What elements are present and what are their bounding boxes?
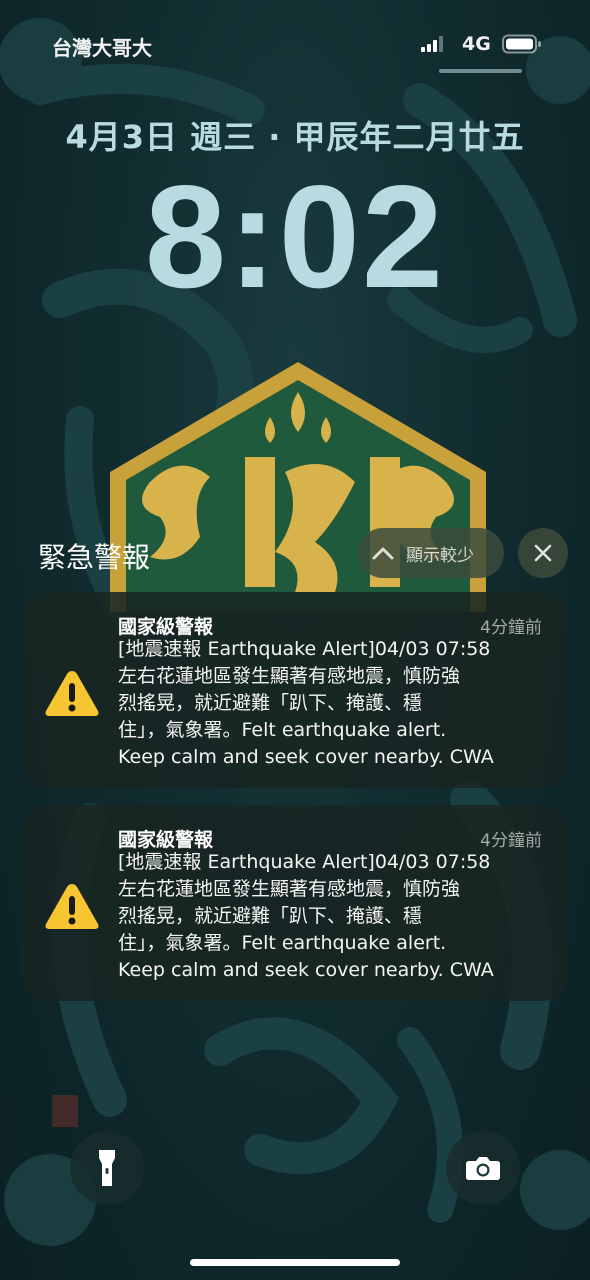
network-type: 4G [462, 33, 491, 55]
notification-line: 烈搖晃，就近避難「趴下、掩護、穩 [118, 905, 423, 927]
notification-body: [地震速報 Earthquake Alert]04/03 07:58 左右花蓮地… [118, 636, 548, 771]
flashlight-icon [99, 1150, 115, 1186]
camera-icon [466, 1157, 500, 1180]
signal-icon [421, 36, 443, 52]
notification-line: [地震速報 Earthquake Alert]04/03 07:58 [118, 638, 491, 660]
notification-line: 住」，氣象署。Felt earthquake alert. [118, 932, 447, 954]
carrier-name: 台灣大哥大 [52, 36, 152, 60]
notification-line: Keep calm and seek cover nearby. CWA [118, 746, 494, 768]
notification-line: 住」，氣象署。Felt earthquake alert. [118, 719, 447, 741]
flashlight-button[interactable] [70, 1131, 144, 1205]
notification-time: 4分鐘前 [480, 831, 542, 851]
lock-screen: 台灣大哥大 4G 4月3日 週三 · 甲辰年二月廿五 8:02 緊急警報 顯示較… [0, 0, 590, 1280]
control-center-grabber[interactable] [439, 69, 522, 73]
notification-card[interactable]: 國家級警報 4分鐘前 [地震速報 Earthquake Alert]04/03 … [22, 592, 568, 788]
lock-date: 4月3日 週三 · 甲辰年二月廿五 [65, 118, 525, 156]
notification-line: 左右花蓮地區發生顯著有感地震，慎防強 [118, 878, 461, 900]
camera-button[interactable] [446, 1131, 520, 1205]
notification-line: [地震速報 Earthquake Alert]04/03 07:58 [118, 851, 491, 873]
notification-line: 左右花蓮地區發生顯著有感地震，慎防強 [118, 665, 461, 687]
close-icon [534, 544, 552, 562]
notification-title: 國家級警報 [118, 616, 214, 638]
notification-line: 烈搖晃，就近避難「趴下、掩護、穩 [118, 692, 423, 714]
home-indicator[interactable] [190, 1259, 400, 1266]
warning-icon [45, 671, 99, 716]
notification-body: [地震速報 Earthquake Alert]04/03 07:58 左右花蓮地… [118, 849, 548, 984]
battery-icon [502, 34, 541, 54]
chevron-up-icon [372, 547, 394, 560]
notification-card[interactable]: 國家級警報 4分鐘前 [地震速報 Earthquake Alert]04/03 … [22, 805, 568, 1001]
warning-icon [45, 884, 99, 929]
lock-clock: 8:02 [144, 155, 446, 318]
show-less-label: 顯示較少 [406, 545, 474, 566]
notification-title: 國家級警報 [118, 829, 214, 851]
notification-line: Keep calm and seek cover nearby. CWA [118, 959, 494, 981]
status-bar: 台灣大哥大 4G [0, 0, 590, 90]
notification-group-title: 緊急警報 [38, 541, 151, 574]
show-less-button[interactable]: 顯示較少 [358, 528, 504, 578]
notification-time: 4分鐘前 [480, 618, 542, 638]
clear-notifications-button[interactable] [518, 528, 568, 578]
